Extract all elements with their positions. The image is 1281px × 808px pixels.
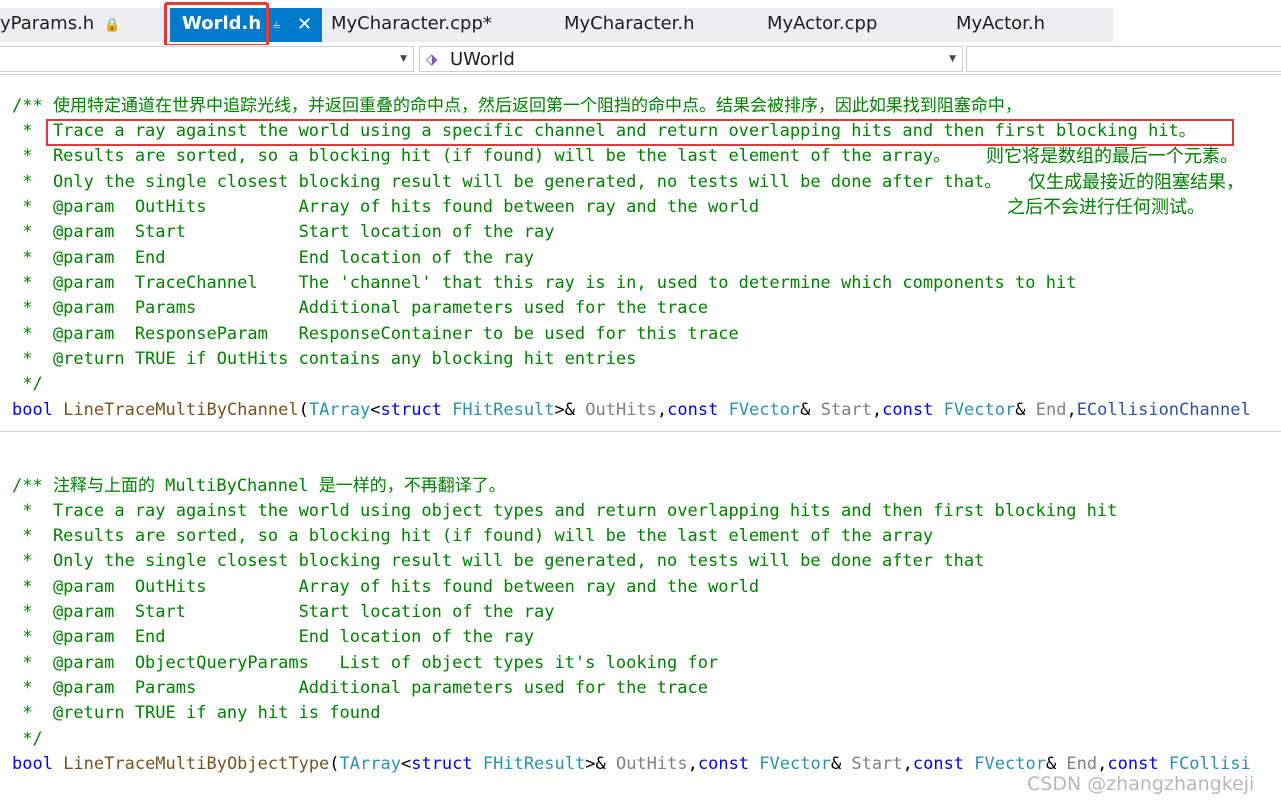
tab-yparams-h[interactable]: yParams.h 🔒: [0, 8, 120, 42]
comment-line: /** 使用特定通道在世界中追踪光线，并返回重叠的命中点，然后返回第一个阻挡的命…: [12, 96, 1022, 116]
comment-line: * @return TRUE if OutHits contains any b…: [12, 349, 637, 369]
comment-line: * Results are sorted, so a blocking hit …: [12, 146, 951, 166]
punct: ,: [902, 754, 913, 774]
comment-line: */: [12, 729, 43, 749]
keyword: const: [1107, 754, 1159, 774]
punct: &: [830, 754, 852, 774]
comment-line: * @return TRUE if any hit is found: [12, 703, 381, 723]
keyword: bool: [12, 400, 53, 420]
comment-line: */: [12, 374, 43, 394]
function-name: LineTraceMultiByObjectType: [52, 754, 330, 774]
tab-mycharacter-cpp[interactable]: MyCharacter.cpp*: [331, 8, 492, 42]
tab-myactor-h[interactable]: MyActor.h: [956, 8, 1045, 42]
punct: &: [1015, 400, 1036, 420]
navigation-bar: ▼ ⬗ UWorld ▼: [0, 45, 1281, 75]
param-name: Start: [820, 400, 872, 420]
param-name: End: [1066, 754, 1098, 774]
tab-myactor-cpp[interactable]: MyActor.cpp: [767, 8, 877, 42]
punct: &: [800, 400, 821, 420]
param-name: OutHits: [585, 400, 657, 420]
comment-line: * @param Params Additional parameters us…: [12, 298, 708, 318]
tab-label: MyCharacter.h: [564, 13, 695, 34]
tab-label: MyActor.h: [956, 13, 1046, 34]
tab-mycharacter-h[interactable]: MyCharacter.h: [564, 8, 695, 42]
keyword: struct: [380, 400, 442, 420]
comment-line: * Only the single closest blocking resul…: [12, 172, 1002, 192]
punct: (: [329, 754, 340, 774]
type-name: TArray: [308, 400, 371, 420]
comment-line: * @param Start Start location of the ray: [12, 602, 555, 622]
member-dropdown[interactable]: [966, 46, 1281, 72]
type-name: TArray: [339, 754, 401, 774]
comment-line: * Trace a ray against the world using ob…: [12, 501, 1118, 521]
section-divider: [0, 431, 1281, 432]
param-name: Start: [851, 754, 903, 774]
tab-highlight-annotation: [164, 2, 269, 47]
comment-translation: 则它将是数组的最后一个元素。: [986, 146, 1238, 167]
document-tab-bar: yParams.h 🔒 World.h ⫨ ✕ MyCharacter.cpp*…: [0, 0, 1281, 47]
class-icon: ⬗: [426, 50, 438, 68]
comment-line: * @param Start Start location of the ray: [12, 222, 555, 242]
type-name: FVector: [964, 754, 1046, 774]
param-name: End: [1035, 400, 1067, 420]
type-name: FVector: [718, 400, 801, 420]
scope-dropdown[interactable]: ⬗ UWorld ▼: [419, 46, 963, 72]
comment-line: * Only the single closest blocking resul…: [12, 551, 985, 571]
scope-value: UWorld: [450, 49, 515, 70]
punct: <: [370, 400, 381, 420]
punct: ,: [687, 754, 698, 774]
keyword: struct: [411, 754, 473, 774]
comment-line: * @param OutHits Array of hits found bet…: [12, 197, 760, 217]
keyword: const: [667, 400, 719, 420]
keyword: const: [697, 754, 750, 774]
close-icon[interactable]: ✕: [297, 8, 312, 42]
comment-line: * @param ObjectQueryParams List of objec…: [12, 653, 719, 673]
comment-line: * @param ResponseParam ResponseContainer…: [12, 324, 739, 344]
comment-line: * @param Params Additional parameters us…: [12, 678, 708, 698]
type-name: FHitResult: [472, 754, 586, 774]
type-name: FCollisi: [1158, 754, 1251, 774]
type-name: FHitResult: [441, 400, 555, 420]
chevron-down-icon: ▼: [400, 54, 407, 64]
comment-line: * Results are sorted, so a blocking hit …: [12, 526, 934, 546]
comment-line: * @param End End location of the ray: [12, 248, 534, 268]
watermark: CSDN @zhangzhangkeji: [1027, 773, 1255, 795]
chevron-down-icon: ▼: [949, 54, 956, 64]
type-name: FVector: [749, 754, 831, 774]
comment-line: /** 注释与上面的 MultiByChannel 是一样的，不再翻译了。: [12, 476, 506, 496]
punct: ,: [1097, 754, 1108, 774]
comment-translation: 之后不会进行任何测试。: [1007, 197, 1205, 218]
lock-icon: 🔒: [103, 18, 121, 33]
comment-translation: 仅生成最接近的阻塞结果，: [1028, 172, 1244, 193]
tab-label: MyCharacter.cpp*: [331, 13, 492, 34]
type-name: FVector: [933, 400, 1016, 420]
keyword: const: [912, 754, 965, 774]
project-dropdown[interactable]: ▼: [0, 46, 414, 72]
punct: ,: [1066, 400, 1077, 420]
punct: >&: [585, 754, 616, 774]
keyword: const: [882, 400, 934, 420]
tab-label: yParams.h: [0, 13, 95, 34]
param-name: OutHits: [615, 754, 688, 774]
type-name: ECollisionChannel: [1076, 400, 1251, 420]
function-name: LineTraceMultiByChannel: [52, 400, 299, 420]
comment-line: * @param End End location of the ray: [12, 627, 534, 647]
function-signature: bool LineTraceMultiByChannel(TArray<stru…: [12, 398, 1251, 423]
keyword: bool: [12, 754, 53, 774]
punct: >&: [554, 400, 586, 420]
pin-icon[interactable]: ⫨: [273, 8, 280, 42]
punct: ,: [871, 400, 883, 420]
code-highlight-annotation: [46, 119, 1234, 146]
comment-line: * @param OutHits Array of hits found bet…: [12, 577, 760, 597]
punct: &: [1045, 754, 1067, 774]
tab-label: MyActor.cpp: [767, 13, 878, 34]
punct: (: [298, 400, 309, 420]
punct: <: [400, 754, 412, 774]
comment-line: * @param TraceChannel The 'channel' that…: [12, 273, 1077, 293]
punct: ,: [656, 400, 668, 420]
